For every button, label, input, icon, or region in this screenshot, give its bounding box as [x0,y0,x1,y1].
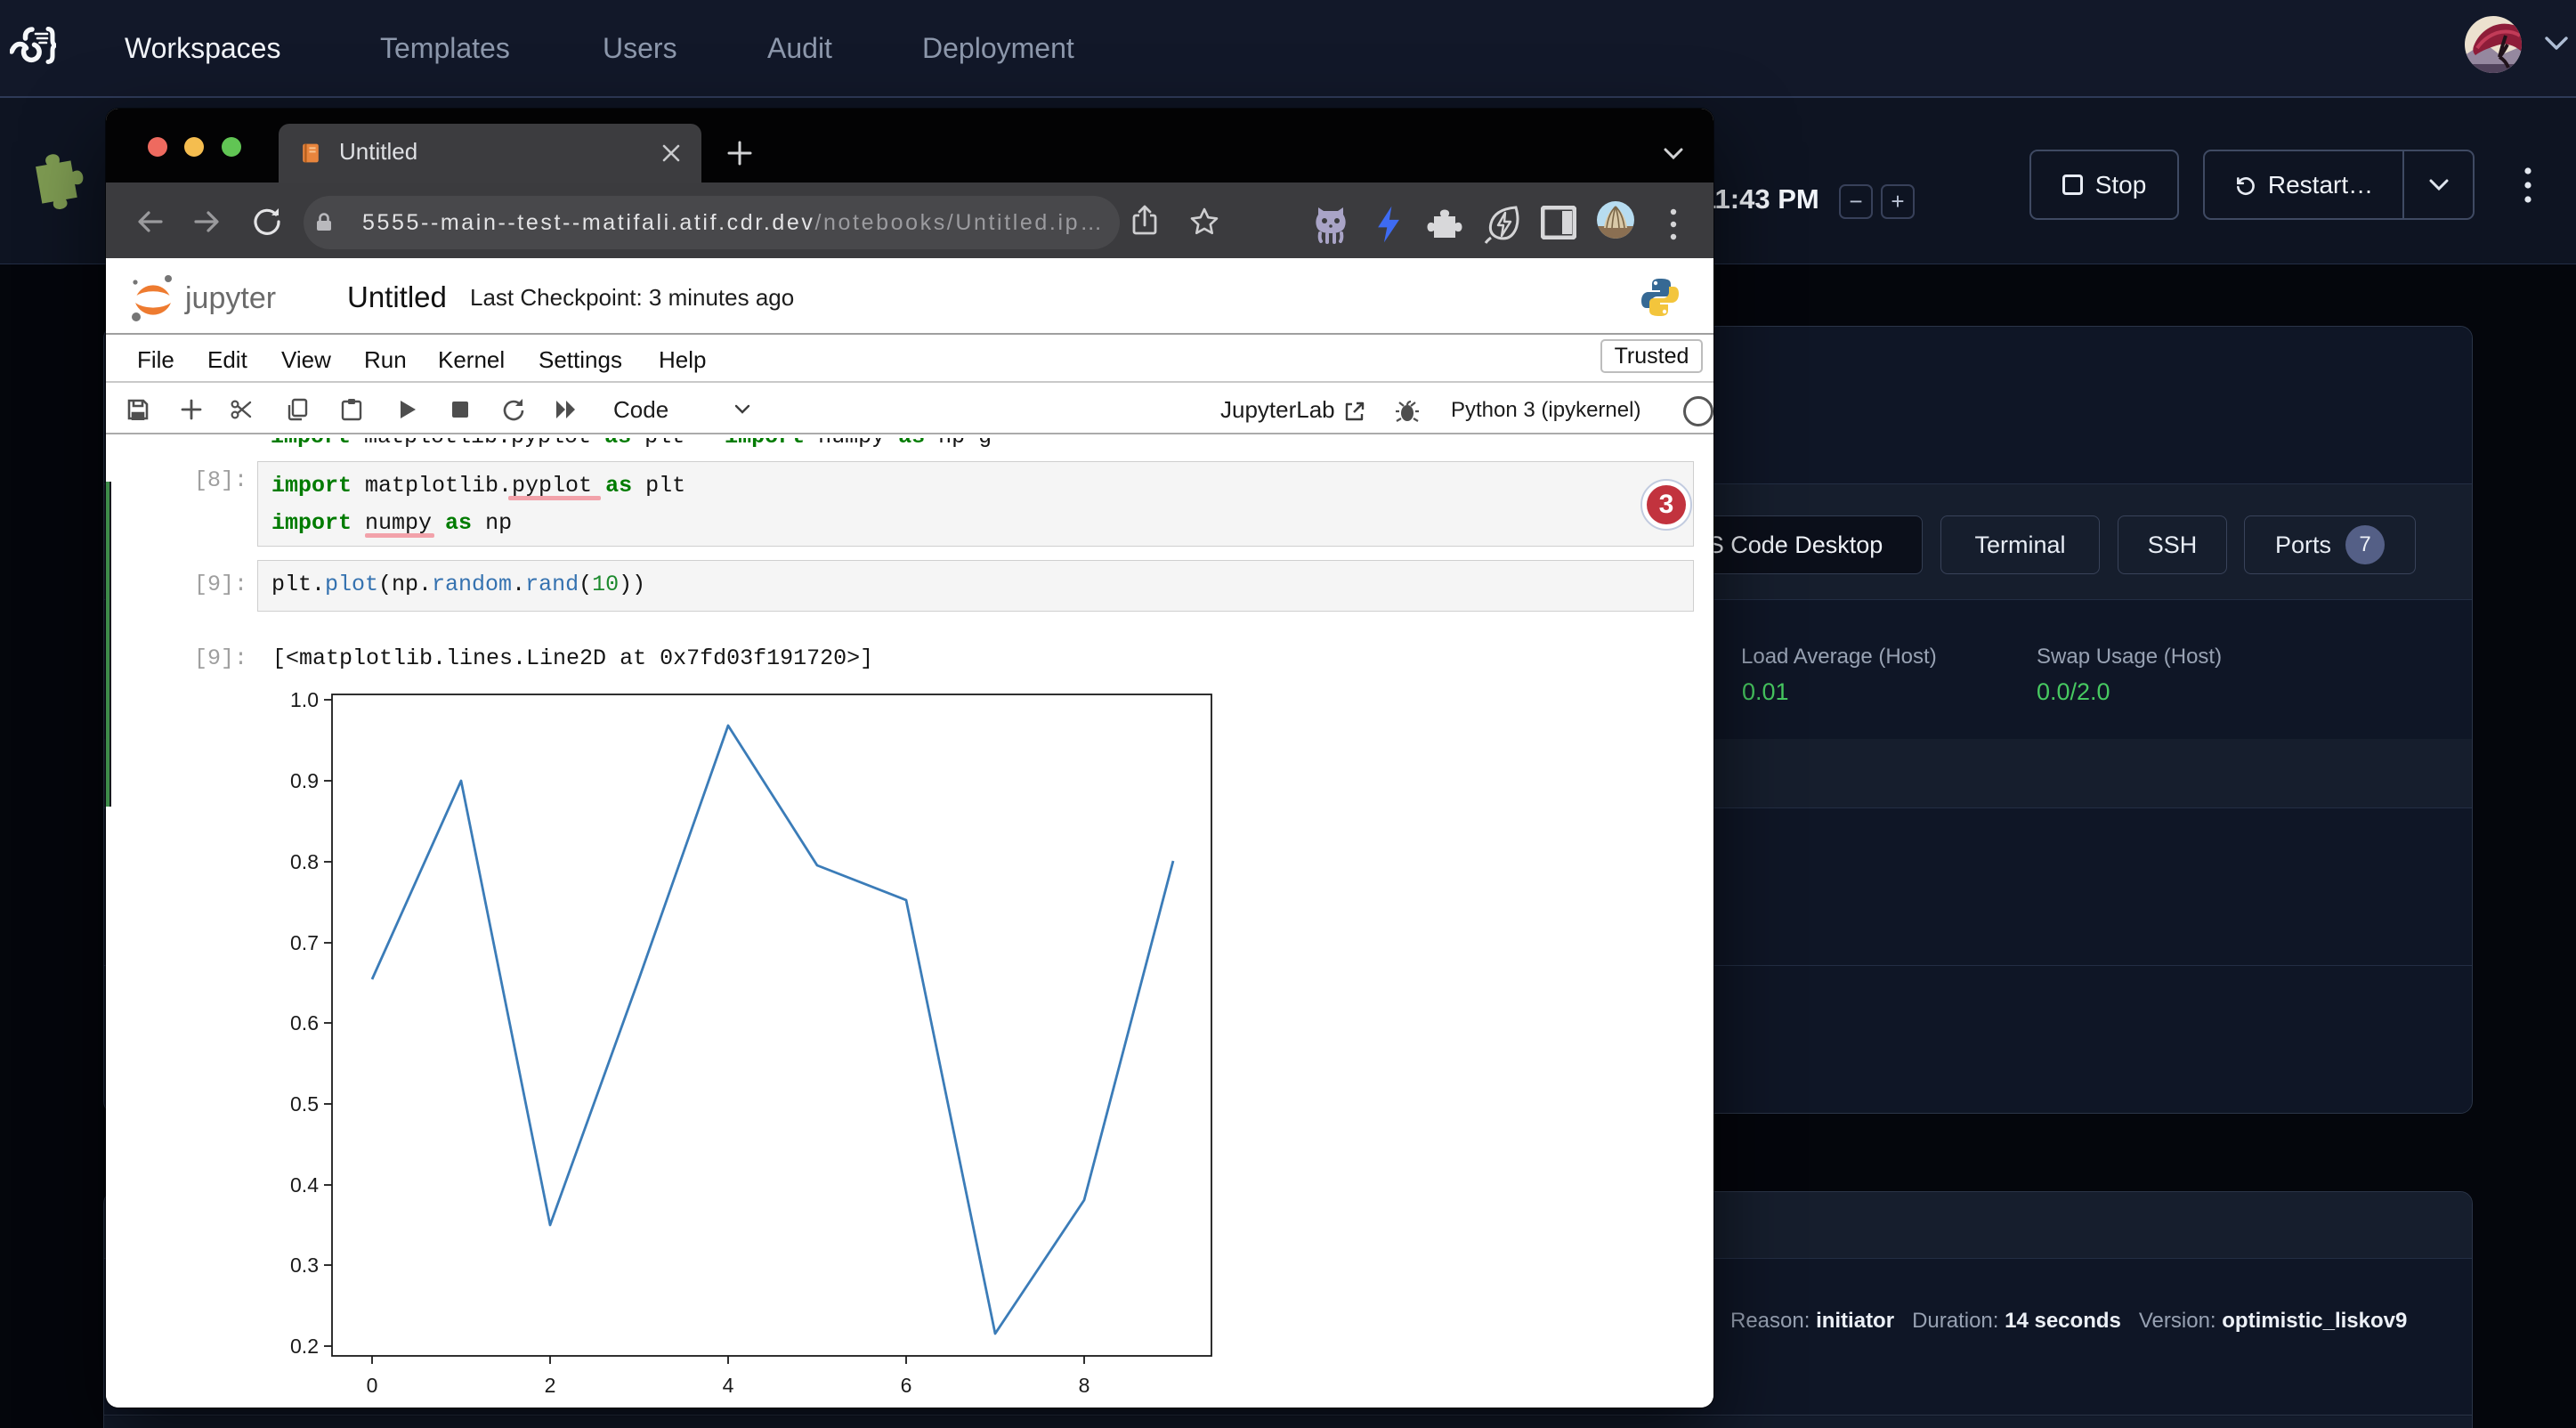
svg-text:0: 0 [367,1374,378,1397]
svg-text:0.8: 0.8 [290,850,319,873]
svg-text:6: 6 [901,1374,912,1397]
svg-text:0.2: 0.2 [290,1335,319,1358]
svg-text:0.9: 0.9 [290,769,319,792]
svg-text:8: 8 [1079,1374,1090,1397]
svg-text:2: 2 [545,1374,556,1397]
svg-text:4: 4 [723,1374,734,1397]
svg-text:0.5: 0.5 [290,1092,319,1116]
svg-text:0.3: 0.3 [290,1254,319,1277]
svg-text:0.7: 0.7 [290,931,319,954]
svg-text:1.0: 1.0 [290,688,319,711]
svg-text:0.4: 0.4 [290,1173,319,1197]
svg-text:0.6: 0.6 [290,1011,319,1034]
